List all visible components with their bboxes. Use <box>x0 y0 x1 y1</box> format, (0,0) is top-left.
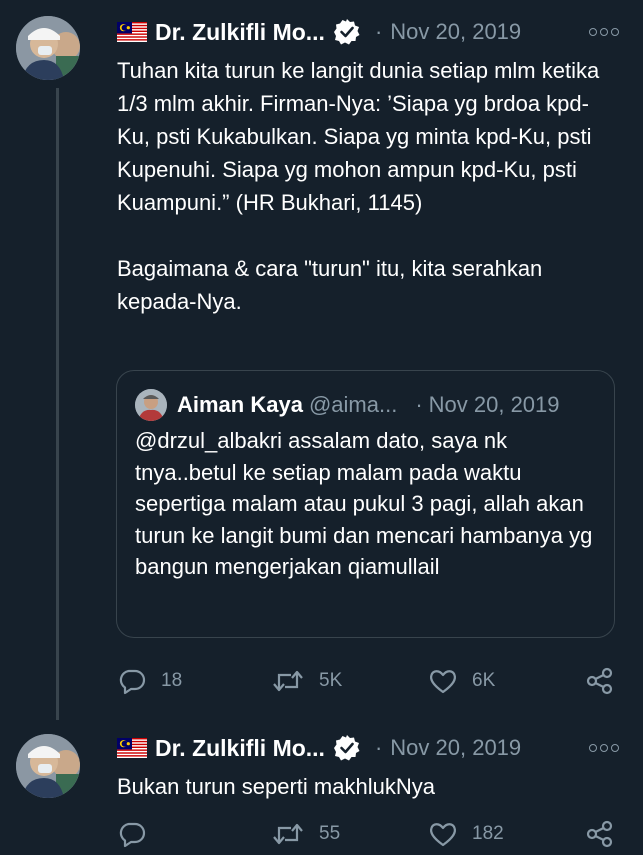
reply-button[interactable]: 18 <box>117 664 182 698</box>
malaysia-flag-icon <box>117 22 147 42</box>
reply-count: 18 <box>161 670 183 691</box>
tweet-actions: 55 182 <box>117 817 627 851</box>
like-count: 6K <box>472 670 496 691</box>
author-avatar[interactable] <box>16 16 80 80</box>
like-icon <box>430 670 456 694</box>
quoted-tweet[interactable]: Aiman Kaya @aima... · Nov 20, 2019 @drzu… <box>116 370 615 638</box>
share-icon <box>586 667 613 695</box>
like-button[interactable]: 182 <box>428 817 504 851</box>
retweet-button[interactable]: 55 <box>271 817 340 851</box>
share-button[interactable] <box>585 817 615 851</box>
like-count: 182 <box>472 823 504 844</box>
tweet-2[interactable]: Dr. Zulkifli Mo... · Nov 20, 2019 Bukan … <box>0 720 643 855</box>
quoted-tweet-text: @drzul_albakri assalam dato, saya nk tny… <box>135 428 593 579</box>
separator-dot: · <box>415 392 423 417</box>
tweet-header: Dr. Zulkifli Mo... · Nov 20, 2019 <box>117 16 521 48</box>
share-icon <box>586 820 613 848</box>
author-name[interactable]: Dr. Zulkifli Mo... <box>155 19 325 46</box>
retweet-count: 55 <box>319 823 341 844</box>
retweet-button[interactable]: 5K <box>271 664 342 698</box>
quoted-author-name: Aiman Kaya <box>177 392 303 417</box>
more-options-icon[interactable] <box>589 28 619 36</box>
quoted-author-avatar <box>135 389 167 421</box>
reply-icon <box>119 669 146 695</box>
more-options-icon[interactable] <box>589 744 619 752</box>
reply-button[interactable] <box>117 817 161 851</box>
reply-icon <box>119 822 146 848</box>
separator-dot: · <box>374 735 383 760</box>
tweet-actions: 18 5K 6K <box>117 664 627 698</box>
tweet-1[interactable]: Dr. Zulkifli Mo... · Nov 20, 2019 Tuhan … <box>0 0 643 720</box>
quoted-author-handle: @aima... <box>308 392 398 417</box>
tweet-date[interactable]: Nov 20, 2019 <box>390 735 521 761</box>
like-icon <box>430 823 456 847</box>
tweet-header: Dr. Zulkifli Mo... · Nov 20, 2019 <box>117 732 521 764</box>
separator-dot: · <box>374 19 383 44</box>
malaysia-flag-icon <box>117 738 147 758</box>
quoted-tweet-header: Aiman Kaya @aima... · Nov 20, 2019 <box>135 389 560 421</box>
tweet-date[interactable]: Nov 20, 2019 <box>390 19 521 45</box>
verified-badge-icon <box>333 734 361 762</box>
tweet-text: Bukan turun seperti makhlukNya <box>117 774 435 799</box>
quoted-tweet-date: Nov 20, 2019 <box>428 392 560 417</box>
author-avatar[interactable] <box>16 734 80 798</box>
tweet-text: Tuhan kita turun ke langit dunia setiap … <box>117 58 600 314</box>
like-button[interactable]: 6K <box>428 664 495 698</box>
verified-badge-icon <box>333 18 361 46</box>
retweet-icon <box>273 670 303 692</box>
retweet-icon <box>273 823 303 845</box>
retweet-count: 5K <box>319 670 343 691</box>
thread-line <box>56 88 59 720</box>
author-name[interactable]: Dr. Zulkifli Mo... <box>155 735 325 762</box>
share-button[interactable] <box>585 664 615 698</box>
